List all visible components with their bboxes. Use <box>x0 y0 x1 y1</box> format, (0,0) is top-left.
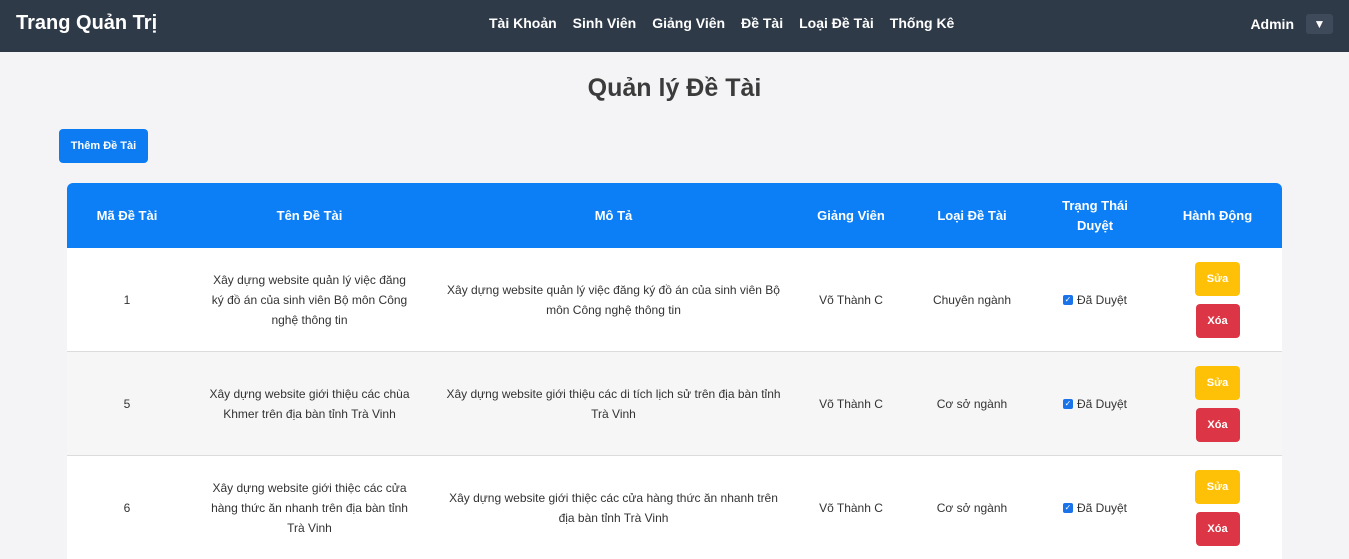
cell-id: 1 <box>123 292 131 307</box>
cell-name: Xây dựng website giới thiệc các cửa hàng… <box>211 480 408 535</box>
cell-description: Xây dựng website giới thiệc các cửa hàng… <box>449 490 778 525</box>
delete-button[interactable]: Xóa <box>1195 303 1240 338</box>
cell-status: ✓ Đã Duyệt <box>1037 456 1153 559</box>
checkbox-checked-icon: ✓ <box>1062 294 1073 305</box>
menu-item-tai-khoan[interactable]: Tài Khoản <box>489 15 557 31</box>
chevron-down-icon[interactable]: ▼ <box>1306 14 1333 34</box>
cell-actions: Sửa Xóa <box>1153 456 1282 559</box>
edit-button[interactable]: Sửa <box>1195 261 1240 296</box>
user-name[interactable]: Admin <box>1250 16 1294 32</box>
table-row: 6 Xây dựng website giới thiệc các cửa hà… <box>67 456 1282 559</box>
table-row: 1 Xây dựng website quản lý việc đăng ký … <box>67 248 1282 352</box>
main-menu: Tài Khoản Sinh Viên Giảng Viên Đề Tài Lo… <box>481 15 962 31</box>
cell-description: Xây dựng website giới thiệu các di tích … <box>446 386 781 421</box>
checkbox-checked-icon: ✓ <box>1062 398 1073 409</box>
cell-type: Cơ sở ngành <box>936 500 1008 515</box>
menu-item-loai-de-tai[interactable]: Loại Đề Tài <box>799 15 874 31</box>
cell-name: Xây dựng website quản lý việc đăng ký đồ… <box>211 272 408 327</box>
status-label: Đã Duyệt <box>1076 292 1128 307</box>
column-header-description: Mô Tả <box>594 207 633 223</box>
edit-button[interactable]: Sửa <box>1195 365 1240 400</box>
status-badge: ✓ Đã Duyệt <box>1062 394 1128 414</box>
column-header-name: Tên Đề Tài <box>276 207 343 223</box>
cell-actions: Sửa Xóa <box>1153 352 1282 455</box>
menu-item-giang-vien[interactable]: Giảng Viên <box>652 15 725 31</box>
column-header-actions: Hành Động <box>1182 207 1253 223</box>
status-label: Đã Duyệt <box>1076 396 1128 411</box>
delete-button[interactable]: Xóa <box>1195 407 1240 442</box>
cell-type: Chuyên ngành <box>932 292 1012 307</box>
brand-title[interactable]: Trang Quản Trị <box>16 12 157 35</box>
checkbox-checked-icon: ✓ <box>1062 502 1073 513</box>
menu-item-sinh-vien[interactable]: Sinh Viên <box>573 15 637 31</box>
cell-lecturer: Võ Thành C <box>819 500 883 515</box>
status-badge: ✓ Đã Duyệt <box>1062 498 1128 518</box>
cell-name: Xây dựng website giới thiệu các chùa Khm… <box>209 386 410 421</box>
status-badge: ✓ Đã Duyệt <box>1062 290 1128 310</box>
column-header-type: Loại Đề Tài <box>937 207 1007 223</box>
column-header-id: Mã Đề Tài <box>96 207 158 223</box>
cell-status: ✓ Đã Duyệt <box>1037 248 1153 351</box>
cell-lecturer: Võ Thành C <box>819 292 883 307</box>
column-header-lecturer: Giảng Viên <box>817 207 885 223</box>
delete-button[interactable]: Xóa <box>1195 511 1240 546</box>
column-header-status: Trạng Thái Duyệt <box>1062 197 1128 233</box>
cell-status: ✓ Đã Duyệt <box>1037 352 1153 455</box>
cell-lecturer: Võ Thành C <box>819 396 883 411</box>
user-menu: Admin ▼ <box>1250 14 1333 34</box>
add-topic-button[interactable]: Thêm Đề Tài <box>59 129 148 163</box>
cell-type: Cơ sở ngành <box>936 396 1008 411</box>
table-header: Mã Đề Tài Tên Đề Tài Mô Tả Giảng Viên Lo… <box>67 183 1282 248</box>
table-row: 5 Xây dựng website giới thiệu các chùa K… <box>67 352 1282 456</box>
top-navbar: Trang Quản Trị Tài Khoản Sinh Viên Giảng… <box>0 0 1349 52</box>
cell-actions: Sửa Xóa <box>1153 248 1282 351</box>
menu-item-de-tai[interactable]: Đề Tài <box>741 15 783 31</box>
cell-id: 6 <box>123 500 131 515</box>
status-label: Đã Duyệt <box>1076 500 1128 515</box>
cell-id: 5 <box>123 396 131 411</box>
menu-item-thong-ke[interactable]: Thống Kê <box>890 15 955 31</box>
topics-table: Mã Đề Tài Tên Đề Tài Mô Tả Giảng Viên Lo… <box>67 183 1282 559</box>
edit-button[interactable]: Sửa <box>1195 469 1240 504</box>
page-title: Quản lý Đề Tài <box>587 74 762 102</box>
cell-description: Xây dựng website quản lý việc đăng ký đồ… <box>447 282 780 317</box>
